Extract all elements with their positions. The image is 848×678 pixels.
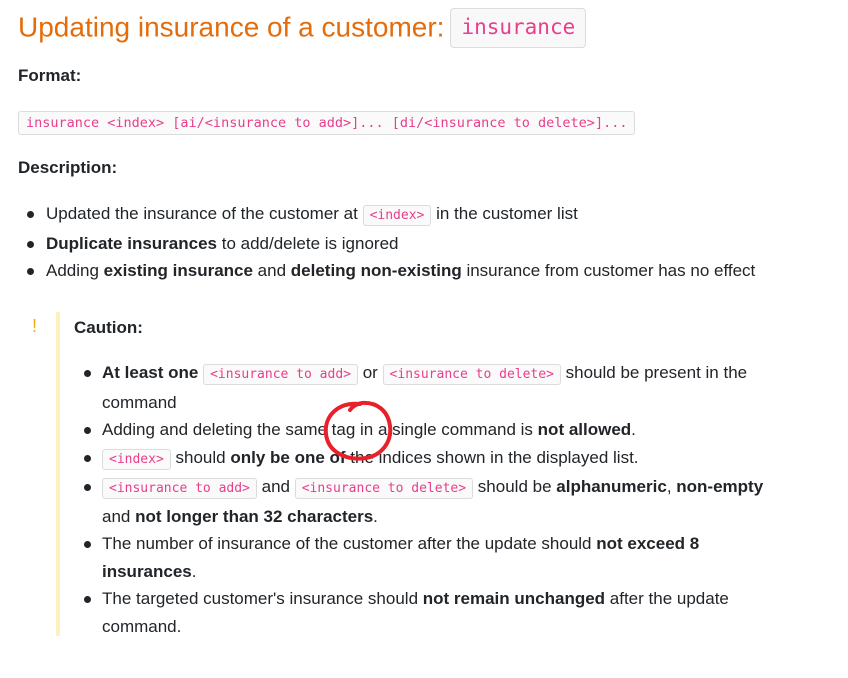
caution-item-max-count: The number of insurance of the customer … (74, 530, 774, 585)
text: The number of insurance of the customer … (102, 534, 597, 553)
caution-item-at-least-one: At least one <insurance to add> or <insu… (74, 359, 774, 416)
description-item-update: Updated the insurance of the customer at… (18, 200, 838, 230)
text: Adding and deleting the same tag in a si… (102, 420, 538, 439)
description-label: Description: (18, 158, 118, 177)
text: or (357, 363, 383, 382)
text: the indices shown in the displayed list. (345, 447, 639, 467)
description-item-existing: Adding existing insurance and deleting n… (18, 257, 838, 285)
text: in the customer list (431, 204, 578, 223)
text: The targeted customer's insurance should (102, 589, 423, 608)
caution-item-alphanumeric: <insurance to add> and <insurance to del… (74, 473, 774, 530)
caution-list: At least one <insurance to add> or <insu… (74, 359, 774, 640)
warning-icon: ! (32, 316, 38, 336)
bold-text: only be one of (230, 447, 346, 467)
text: should (170, 447, 231, 467)
text: and (256, 477, 295, 496)
page-title-text: Updating insurance of a customer: (18, 11, 445, 43)
text: Updated the insurance of the customer at (46, 204, 363, 223)
caution-item-index: <index> should only be one of the indice… (74, 444, 774, 474)
bold-text: not allowed (537, 420, 632, 439)
text: , (666, 477, 677, 496)
page-title: Updating insurance of a customer: insuran… (18, 6, 587, 48)
insurance-delete-code: <insurance to delete> (382, 364, 561, 385)
format-code-block: insurance <index> [ai/<insurance to add>… (18, 111, 636, 135)
insurance-add-code: <insurance to add> (203, 364, 358, 385)
text: insurance from customer has no effect (461, 261, 756, 280)
bold-text: alphanumeric (556, 477, 667, 496)
bold-text: At least one (102, 363, 199, 382)
bold-text: not remain unchanged (422, 589, 606, 608)
text: to add/delete is ignored (217, 233, 399, 253)
bold-text: deleting non-existing (290, 261, 462, 280)
caution-item-same-tag: Adding and deleting the same tag in a si… (74, 416, 774, 444)
caution-bar (56, 312, 60, 636)
text: . (373, 506, 378, 526)
bold-text: non-empty (676, 477, 764, 496)
insurance-add-code: <insurance to add> (102, 478, 257, 499)
text: and (102, 506, 136, 526)
index-code: <index> (102, 448, 171, 470)
documentation-page: Updating insurance of a customer: insuran… (0, 0, 848, 678)
caution-item-unchanged: The targeted customer's insurance should… (74, 585, 774, 640)
text: . (191, 561, 197, 581)
caution-callout: ! Caution: At least one <insurance to ad… (18, 312, 838, 636)
text: and (252, 261, 291, 280)
text: . (631, 420, 636, 439)
command-keyword: insurance (450, 7, 587, 48)
bold-text: Duplicate insurances (46, 233, 218, 253)
bold-text: existing insurance (103, 261, 253, 280)
format-code: insurance <index> [ai/<insurance to add>… (26, 115, 628, 131)
insurance-delete-code: <insurance to delete> (294, 478, 474, 499)
bold-text: not longer than 32 characters (135, 506, 374, 526)
description-list: Updated the insurance of the customer at… (18, 200, 838, 285)
description-item-duplicate: Duplicate insurances to add/delete is ig… (18, 230, 838, 258)
text: should be (473, 477, 557, 496)
text: Adding (46, 261, 104, 280)
format-label: Format: (18, 66, 82, 85)
caution-title: Caution: (74, 318, 143, 337)
index-code: <index> (362, 205, 432, 226)
